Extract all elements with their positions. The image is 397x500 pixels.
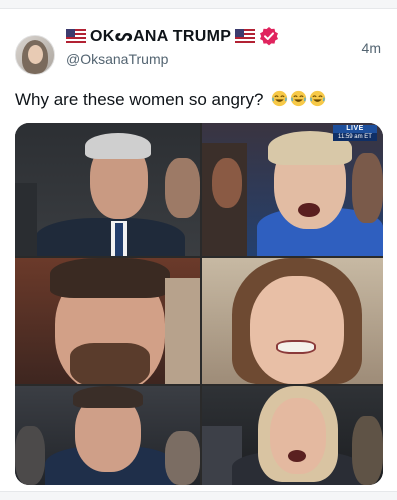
laughing-emoji-icon [310, 90, 326, 107]
live-badge: LIVE 11:59 am ET [333, 125, 377, 141]
display-name[interactable]: OKᔕANA TRUMP [90, 26, 231, 46]
laughing-emoji-icon [272, 90, 288, 107]
avatar[interactable] [15, 35, 55, 75]
post[interactable]: OKᔕANA TRUMP @OksanaTrump 4m Why are the… [0, 10, 397, 491]
author-handle[interactable]: @OksanaTrump [66, 51, 168, 67]
post-text-body: Why are these women so angry? [15, 90, 264, 109]
verified-badge-icon [260, 27, 279, 46]
window-top-edge [0, 0, 397, 9]
us-flag-icon [66, 29, 86, 43]
post-timestamp[interactable]: 4m [362, 40, 381, 56]
post-text: Why are these women so angry? [15, 90, 326, 110]
photo-collage: LIVE 11:59 am ET [15, 123, 383, 485]
window-bottom-edge [0, 491, 397, 500]
us-flag-icon [235, 29, 256, 43]
post-image[interactable]: LIVE 11:59 am ET [15, 123, 383, 485]
author-name-row[interactable]: OKᔕANA TRUMP [66, 25, 279, 47]
photo-man-at-hearing [15, 123, 200, 256]
laughing-emoji-icon [291, 90, 307, 107]
live-badge-time: 11:59 am ET [333, 133, 377, 141]
photo-man-bearded-closeup [15, 258, 200, 384]
live-badge-label: LIVE [333, 125, 377, 133]
photo-woman-shouting-blue: LIVE 11:59 am ET [202, 123, 383, 256]
photo-woman-speaking [202, 386, 383, 485]
emoji-group [271, 90, 326, 107]
photo-woman-grimacing [202, 258, 383, 384]
photo-man-eyes-closed [15, 386, 200, 485]
